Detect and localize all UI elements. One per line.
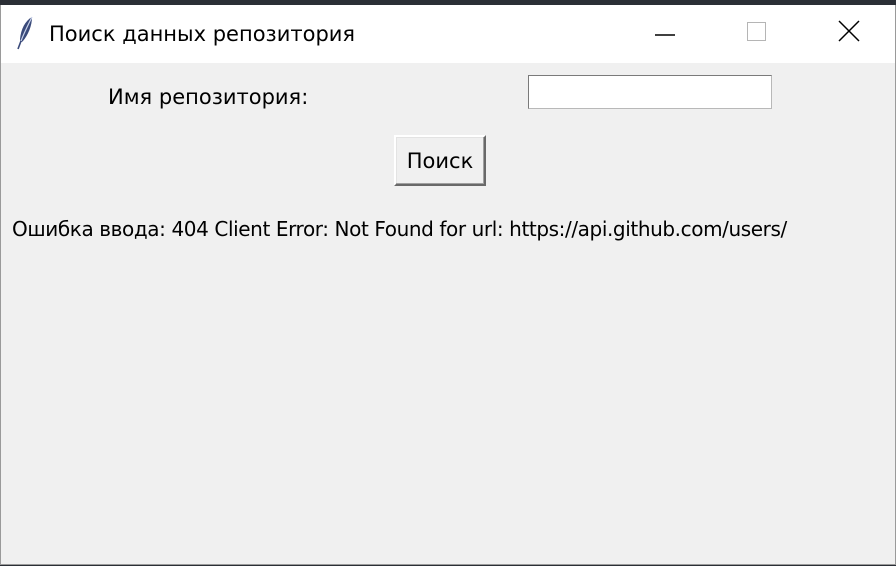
- title-bar[interactable]: Поиск данных репозитория: [1, 5, 895, 63]
- minimize-button[interactable]: [619, 5, 711, 63]
- feather-icon: [15, 15, 37, 51]
- maximize-button[interactable]: [711, 5, 803, 63]
- main-content: Имя репозитория: Поиск Ошибка ввода: 404…: [1, 63, 895, 563]
- search-button[interactable]: Поиск: [394, 135, 486, 186]
- repository-name-input[interactable]: [528, 75, 772, 109]
- close-button[interactable]: [803, 5, 895, 63]
- error-message: Ошибка ввода: 404 Client Error: Not Foun…: [12, 217, 787, 241]
- repository-name-label: Имя репозитория:: [108, 85, 309, 109]
- app-window: Поиск данных репозитория Имя репозитория…: [0, 5, 896, 565]
- window-title: Поиск данных репозитория: [49, 22, 356, 46]
